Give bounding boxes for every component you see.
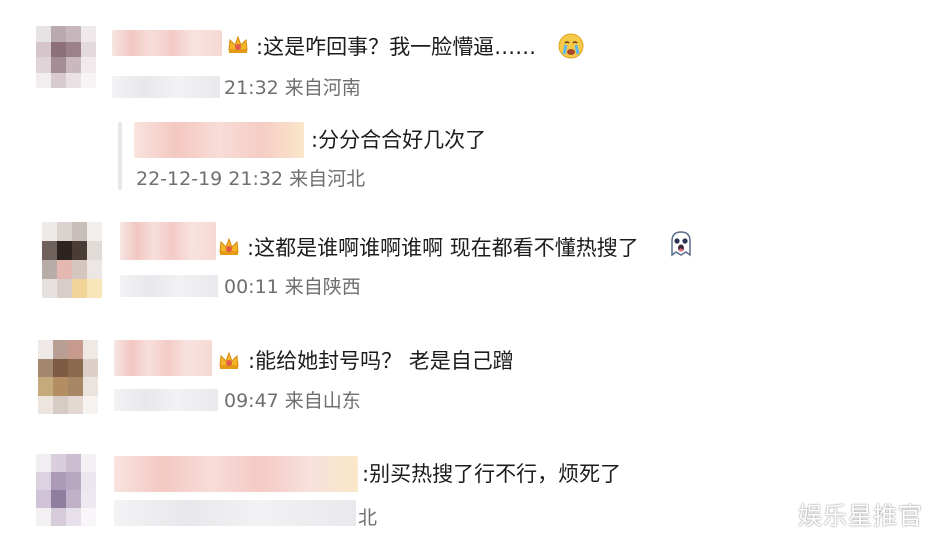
date-blurred — [112, 76, 220, 98]
crying-face-icon — [558, 33, 584, 59]
comment-text: :这都是谁啊谁啊谁啊 现在都看不懂热搜了 — [247, 236, 639, 260]
comment-time-location: 00:11 来自陕西 — [224, 276, 361, 298]
comment-time-location: 22-12-19 21:32 来自河北 — [136, 168, 366, 190]
meta-blurred — [114, 500, 356, 526]
watermark: 娱乐星推官 — [798, 502, 923, 530]
username-blurred[interactable] — [120, 222, 216, 260]
comment-time-location: 21:32 来自河南 — [224, 77, 361, 99]
comment-text: :别买热搜了行不行，烦死了 — [362, 462, 622, 486]
avatar[interactable] — [42, 222, 102, 298]
username-blurred[interactable] — [114, 340, 212, 376]
username-blurred[interactable] — [134, 122, 304, 158]
comment-text: :这是咋回事？我一脸懵逼…… — [256, 35, 537, 59]
reply-indicator — [118, 122, 122, 190]
surprised-ghost-icon — [671, 231, 691, 257]
comment-time-location: 09:47 来自山东 — [224, 390, 361, 412]
comment-text: :分分合合好几次了 — [311, 128, 487, 152]
date-blurred — [114, 389, 218, 411]
username-blurred[interactable] — [112, 30, 222, 56]
avatar[interactable] — [38, 340, 98, 414]
crown-badge-icon — [219, 237, 239, 255]
crown-badge-icon — [219, 351, 239, 369]
crown-badge-icon — [228, 35, 248, 53]
location-tail: 北 — [358, 507, 378, 529]
avatar[interactable] — [36, 26, 96, 88]
comment-text: :能给她封号吗？ 老是自己蹭 — [248, 349, 514, 373]
avatar[interactable] — [36, 454, 96, 526]
date-blurred — [120, 275, 218, 297]
username-blurred[interactable] — [114, 456, 358, 492]
